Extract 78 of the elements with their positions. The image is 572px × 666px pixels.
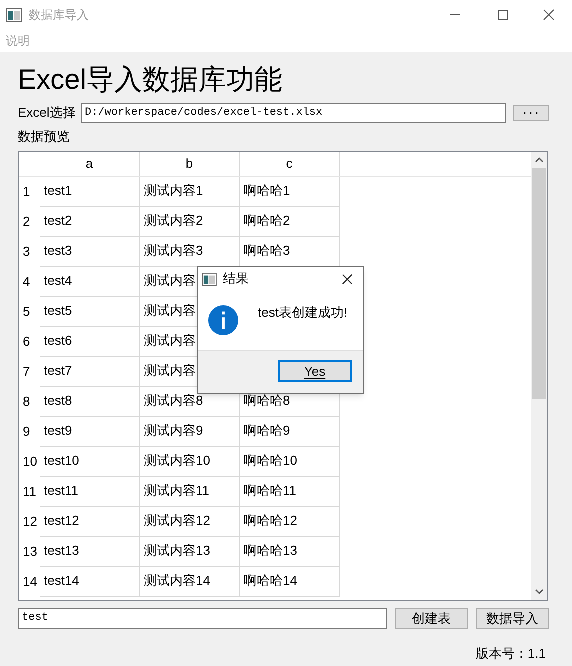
table-cell-text: 测试内容14 [144,572,210,590]
table-cell-text: test1 [44,182,72,200]
table-cell-text: test7 [44,362,72,380]
table-cell-text: test4 [44,272,72,290]
row-number: 14 [23,572,38,591]
close-icon[interactable] [342,274,353,284]
maximize-icon[interactable] [497,9,509,21]
table-cell-text: 啊哈哈8 [244,392,290,410]
info-icon [208,305,239,336]
row-number: 9 [23,422,30,441]
close-icon[interactable] [543,9,555,21]
table-cell-text: test8 [44,392,72,410]
row-number: 11 [23,482,36,501]
table-cell-text: 测试内容11 [144,482,210,500]
table-cell-text: 测试内容8 [144,392,204,410]
row-number: 13 [23,542,38,561]
table-cell-text: 测试内容9 [144,422,204,440]
create-table-button[interactable]: 创建表 [395,608,468,628]
row-number: 2 [23,212,30,231]
window-title: 数据库导入 [29,7,89,24]
scroll-up-icon[interactable] [534,156,544,162]
table-cell-text: 测试内容13 [144,542,210,560]
table-cell-text: 测试内容1 [144,182,204,200]
row-number: 10 [23,452,38,471]
table-cell-text: 测试内容3 [144,242,204,260]
page-heading: Excel导入数据库功能 [18,63,282,97]
file-path-field[interactable]: D:/workerspace/codes/excel-test.xlsx [81,103,506,123]
import-data-button[interactable]: 数据导入 [476,608,549,628]
table-cell-text: test9 [44,422,72,440]
table-cell-text: 啊哈哈12 [244,512,298,530]
table-cell-text: 啊哈哈13 [244,542,298,560]
row-number: 6 [23,332,30,351]
table-cell-text: 测试内容10 [144,452,210,470]
row-number: 7 [23,362,30,381]
table-cell-text: 测试内容2 [144,212,204,230]
preview-label: 数据预览 [18,128,70,146]
table-cell-text: 啊哈哈3 [244,242,290,260]
table-cell-text: 啊哈哈14 [244,572,298,590]
table-name-field[interactable]: test [18,608,387,628]
table-cell-text: test3 [44,242,72,260]
table-cell-text: 啊哈哈9 [244,422,290,440]
row-number: 4 [23,272,30,291]
table-cell-text: test6 [44,332,72,350]
scroll-down-icon[interactable] [534,588,544,594]
table-cell-text: test12 [44,512,80,530]
row-number: 8 [23,392,30,411]
table-cell-text: 啊哈哈2 [244,212,290,230]
table-cell-text: 测试内容 [144,272,196,290]
table-cell-text: test13 [44,542,80,560]
table-cell-text: 测试内容 [144,362,196,380]
app-icon [202,272,217,286]
row-number: 1 [23,182,30,201]
version-label: 版本号：1.1 [476,644,546,662]
column-header[interactable]: c [286,154,293,174]
scrollbar[interactable] [531,152,547,600]
row-number: 12 [23,512,38,531]
column-header[interactable]: a [86,154,94,174]
column-header[interactable]: b [186,154,194,174]
table-cell-text: test2 [44,212,72,230]
dialog-message: test表创建成功! [258,304,348,322]
table-cell-text: 测试内容 [144,332,196,350]
field-label: Excel选择 [18,104,77,122]
table-cell-text: test10 [44,452,80,470]
dialog-title: 结果 [223,270,249,288]
table-cell-text: test14 [44,572,80,590]
table-cell-text: 测试内容 [144,302,196,320]
row-number: 3 [23,242,30,261]
table-cell-text: 啊哈哈10 [244,452,298,470]
app-icon [6,8,22,22]
browse-button[interactable]: ... [513,105,549,121]
table-cell-text: test5 [44,302,72,320]
scrollbar-thumb[interactable] [532,168,546,398]
row-number: 5 [23,302,30,321]
table-cell-text: 测试内容12 [144,512,210,530]
table-cell-text: 啊哈哈1 [244,182,290,200]
table-cell-text: 啊哈哈11 [244,482,296,500]
yes-button[interactable]: Yes [278,360,352,382]
table-cell-text: test11 [44,482,78,500]
